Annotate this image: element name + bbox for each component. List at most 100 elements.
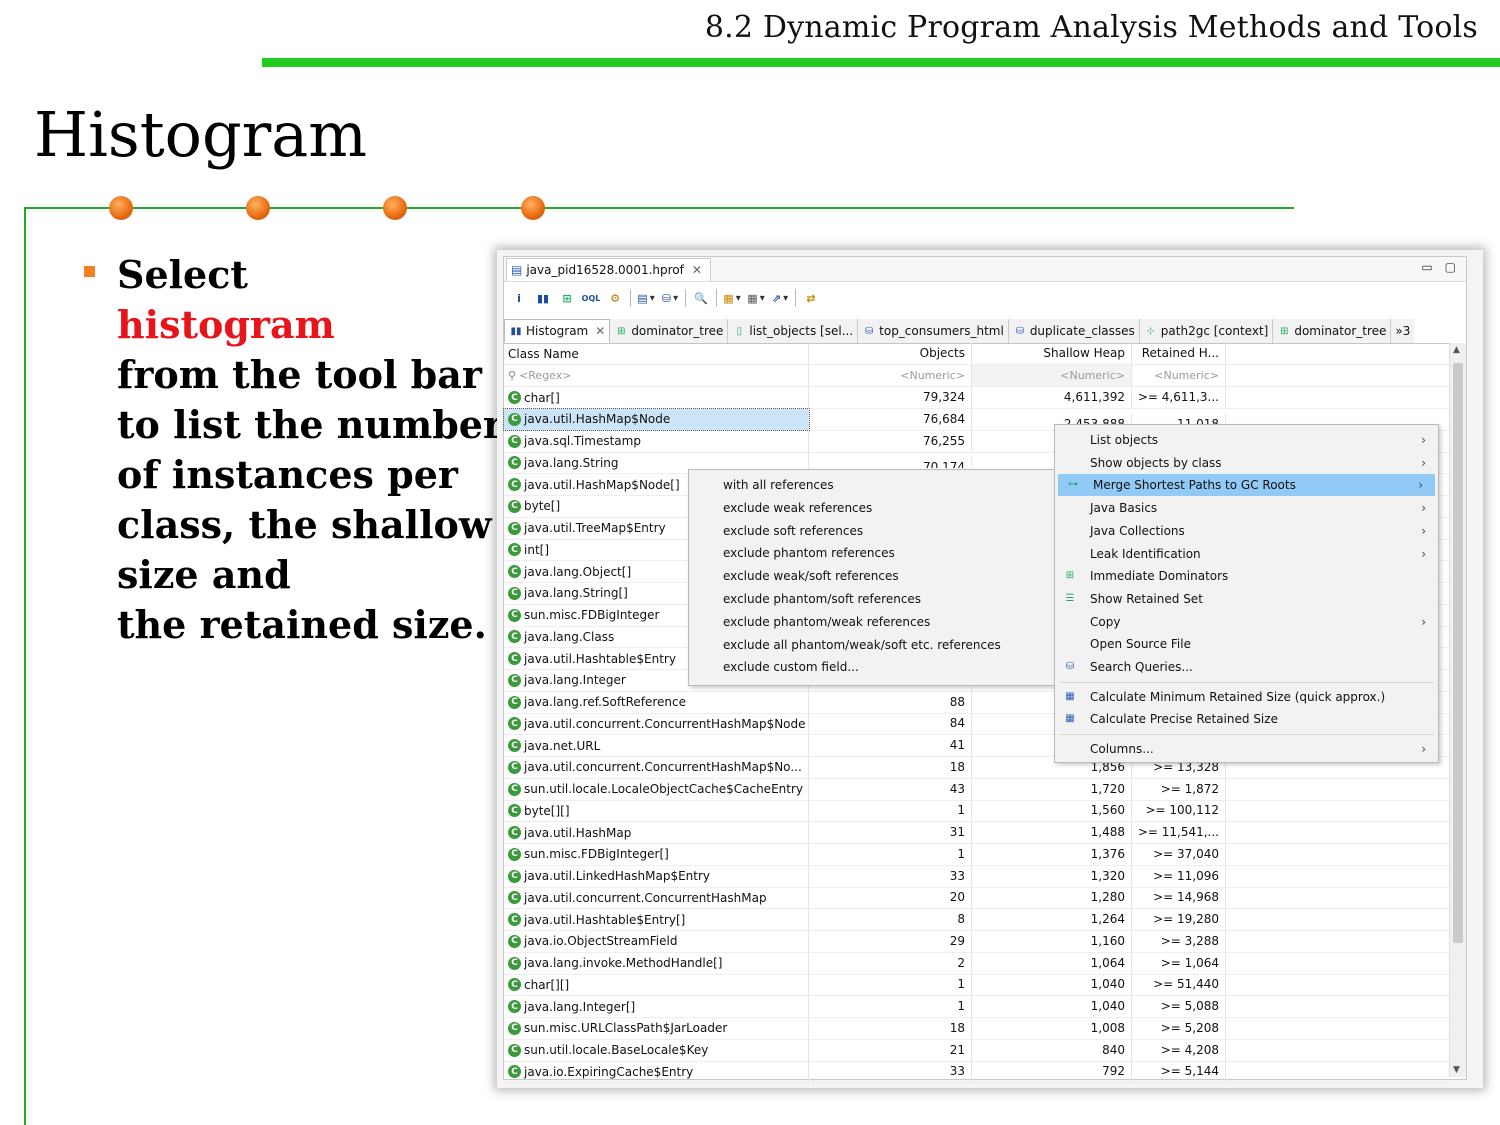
query-browser-icon[interactable]: ⛁ bbox=[661, 289, 679, 307]
chevron-right-icon: › bbox=[1421, 455, 1426, 470]
table-row[interactable]: Csun.util.locale.BaseLocale$Key 21 840 >= 4… bbox=[504, 1039, 1450, 1062]
tab-histogram[interactable]: ▮▮ Histogram ✕ bbox=[504, 319, 611, 343]
vertical-scrollbar[interactable]: ▲ ▼ bbox=[1449, 343, 1466, 1077]
close-icon[interactable]: ✕ bbox=[595, 324, 605, 338]
menu-item-label: Search Queries... bbox=[1090, 660, 1193, 674]
class-icon: C bbox=[508, 565, 521, 578]
cell-objects: 20 bbox=[809, 887, 972, 909]
calculate-retained-icon[interactable]: ▦ bbox=[747, 289, 765, 307]
cell-class-name: Cjava.util.Hashtable$Entry[] bbox=[504, 909, 809, 930]
tab-dominator-tree[interactable]: ⊞ dominator_tree bbox=[610, 319, 729, 343]
menu-item-search-queries[interactable]: ⛁ Search Queries... bbox=[1055, 656, 1438, 678]
toolbar-separator bbox=[630, 289, 631, 307]
tab-duplicate-classes[interactable]: ⛁ duplicate_classes bbox=[1008, 319, 1140, 343]
menu-item-copy[interactable]: Copy › bbox=[1055, 611, 1438, 633]
class-icon: C bbox=[508, 652, 521, 665]
decor-dot bbox=[109, 196, 133, 220]
table-row[interactable]: Csun.misc.FDBigInteger[] 1 1,376 >= 37,040 bbox=[504, 843, 1450, 866]
export-icon[interactable]: ⇗ bbox=[771, 289, 789, 307]
cell-retained-heap: >= 11,541,... bbox=[1132, 822, 1226, 843]
submenu-item[interactable]: exclude soft references bbox=[723, 520, 863, 542]
table-row[interactable]: Cjava.lang.invoke.MethodHandle[] 2 1,064 >=… bbox=[504, 952, 1450, 975]
menu-item-show-retained-set[interactable]: ☰ Show Retained Set bbox=[1055, 588, 1438, 610]
minimize-button[interactable]: ▭ bbox=[1421, 260, 1432, 274]
tab-overflow[interactable]: »3 bbox=[1391, 319, 1415, 343]
column-header-class-name[interactable]: Class Name bbox=[504, 343, 809, 364]
tab-top-consumers-html[interactable]: ⛁ top_consumers_html bbox=[858, 319, 1009, 343]
submenu-item[interactable]: exclude weak references bbox=[723, 497, 872, 519]
submenu-item[interactable]: exclude phantom/soft references bbox=[723, 588, 921, 610]
bullet-line: to list the number bbox=[117, 402, 503, 447]
merge-paths-submenu: with all references exclude weak referenc… bbox=[688, 469, 1056, 686]
class-icon: C bbox=[508, 826, 521, 839]
submenu-item[interactable]: exclude phantom references bbox=[723, 542, 895, 564]
menu-item-java-collections[interactable]: Java Collections › bbox=[1055, 520, 1438, 542]
tab-list-objects-sel[interactable]: ▯ list_objects [sel... bbox=[728, 319, 859, 343]
submenu-item[interactable]: exclude custom field... bbox=[723, 656, 859, 678]
class-name-text: byte[][] bbox=[524, 803, 570, 818]
table-row[interactable]: Cjava.lang.Integer[] 1 1,040 >= 5,088 bbox=[504, 996, 1450, 1018]
scroll-up-icon[interactable]: ▲ bbox=[1453, 345, 1460, 355]
histogram-icon[interactable]: ▮▮ bbox=[534, 289, 552, 307]
column-header-objects[interactable]: Objects bbox=[809, 343, 972, 364]
cell-class-name: Cchar[] bbox=[504, 387, 809, 408]
submenu-item[interactable]: with all references bbox=[723, 474, 834, 496]
menu-item-leak-identification[interactable]: Leak Identification › bbox=[1055, 543, 1438, 565]
menu-item-immediate-dominators[interactable]: ⊞ Immediate Dominators bbox=[1055, 565, 1438, 587]
bullet-line: the retained size. bbox=[117, 602, 487, 647]
menu-item-calculate-precise-retained-size[interactable]: ▦ Calculate Precise Retained Size bbox=[1055, 708, 1438, 730]
menu-item-list-objects[interactable]: List objects › bbox=[1055, 429, 1438, 451]
maximize-button[interactable]: ▢ bbox=[1445, 260, 1456, 274]
cell-class-name: Cjava.util.HashMap$Node bbox=[503, 407, 810, 431]
menu-item-calculate-minimum-retained-size-quick-approx[interactable]: ▦ Calculate Minimum Retained Size (quick … bbox=[1055, 686, 1438, 708]
group-by-icon[interactable]: ▦ bbox=[723, 289, 741, 307]
table-row[interactable]: Cchar[] 79,324 4,611,392 >= 4,611,3... bbox=[504, 387, 1450, 409]
histogram-icon: ▮▮ bbox=[510, 325, 522, 337]
table-row[interactable]: Csun.util.locale.LocaleObjectCache$Cache… bbox=[504, 778, 1450, 801]
submenu-item[interactable]: exclude phantom/weak references bbox=[723, 611, 930, 633]
run-report-icon[interactable]: ▤ bbox=[637, 289, 655, 307]
column-header-shallow-heap[interactable]: Shallow Heap bbox=[972, 343, 1132, 364]
table-row[interactable]: Cjava.io.ExpiringCache$Entry 33 792 >= 5,14… bbox=[504, 1061, 1450, 1084]
tab-path2gc-context[interactable]: ⊹ path2gc [context] bbox=[1139, 319, 1274, 343]
table-row[interactable]: Cjava.util.concurrent.ConcurrentHashMap 2… bbox=[504, 887, 1450, 910]
compare-icon[interactable]: ⇄ bbox=[802, 289, 820, 307]
close-icon[interactable]: ✕ bbox=[692, 263, 702, 277]
submenu-item[interactable]: exclude weak/soft references bbox=[723, 565, 899, 587]
table-row[interactable]: Cjava.util.HashMap 31 1,488 >= 11,541,... bbox=[504, 822, 1450, 844]
table-row[interactable]: Cjava.util.Hashtable$Entry[] 8 1,264 >= 19,… bbox=[504, 909, 1450, 931]
table-row[interactable]: Cchar[][] 1 1,040 >= 51,440 bbox=[504, 974, 1450, 997]
cell-retained-heap: >= 11,096 bbox=[1132, 865, 1226, 887]
oql-icon[interactable]: OQL bbox=[582, 289, 601, 307]
decor-dot bbox=[383, 196, 407, 220]
menu-item-show-objects-by-class[interactable]: Show objects by class › bbox=[1055, 452, 1438, 474]
cell-shallow-heap: 792 bbox=[972, 1061, 1132, 1083]
regex-filter[interactable]: ⚲ <Regex> bbox=[504, 365, 809, 386]
submenu-item[interactable]: exclude all phantom/weak/soft etc. refer… bbox=[723, 634, 1001, 656]
dominator-tree-icon[interactable]: ⊞ bbox=[558, 289, 576, 307]
info-icon[interactable]: i bbox=[510, 289, 528, 307]
cell-class-name: Cjava.lang.invoke.MethodHandle[] bbox=[504, 952, 809, 974]
column-header-retained-heap[interactable]: Retained H... bbox=[1132, 343, 1226, 364]
table-row[interactable]: Cjava.io.ObjectStreamField 29 1,160 >= 3,28… bbox=[504, 930, 1450, 953]
search-icon[interactable]: 🔍 bbox=[692, 289, 710, 307]
table-row[interactable]: Cbyte[][] 1 1,560 >= 100,112 bbox=[504, 800, 1450, 823]
retained-filter[interactable]: <Numeric> bbox=[1132, 365, 1226, 386]
editor-titlebar: ▤ java_pid16528.0001.hprof ✕ ▭ ▢ bbox=[504, 257, 1466, 282]
shallow-filter[interactable]: <Numeric> bbox=[972, 365, 1132, 386]
table-row[interactable]: Csun.misc.URLClassPath$JarLoader 18 1,008 >… bbox=[504, 1017, 1450, 1040]
table-row[interactable]: Cjava.util.LinkedHashMap$Entry 33 1,320 >= … bbox=[504, 865, 1450, 888]
menu-item-columns[interactable]: Columns... › bbox=[1055, 738, 1438, 760]
menu-item-merge-shortest-paths-to-gc-roots[interactable]: ⊶ Merge Shortest Paths to GC Roots › bbox=[1058, 474, 1435, 497]
menu-item-java-basics[interactable]: Java Basics › bbox=[1055, 497, 1438, 519]
file-tab[interactable]: ▤ java_pid16528.0001.hprof ✕ bbox=[506, 258, 711, 281]
objects-filter[interactable]: <Numeric> bbox=[809, 365, 972, 386]
cell-shallow-heap: 1,720 bbox=[972, 778, 1132, 800]
menu-item-open-source-file[interactable]: Open Source File bbox=[1055, 633, 1438, 655]
thread-overview-icon[interactable]: ⚙ bbox=[606, 289, 624, 307]
class-icon: C bbox=[508, 412, 521, 426]
menu-item-label: List objects bbox=[1090, 433, 1159, 447]
scroll-down-icon[interactable]: ▼ bbox=[1453, 1065, 1460, 1075]
tab-dominator-tree[interactable]: ⊞ dominator_tree bbox=[1273, 319, 1392, 343]
scrollbar-thumb[interactable] bbox=[1453, 363, 1463, 943]
